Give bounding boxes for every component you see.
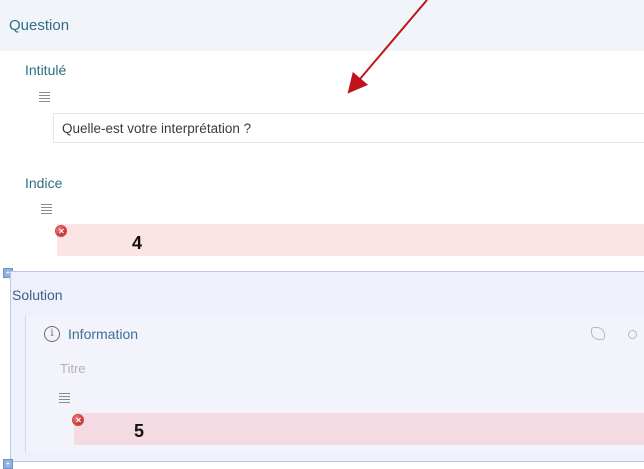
- intitule-value: Quelle-est votre interprétation ?: [62, 121, 252, 136]
- information-title: Information: [68, 326, 139, 342]
- callout-number-5: 5: [134, 421, 145, 441]
- info-icon: i: [44, 326, 60, 342]
- callout-number-4: 4: [132, 233, 143, 253]
- intitule-label: Intitulé: [25, 62, 67, 78]
- titre-placeholder[interactable]: Titre: [60, 361, 86, 376]
- indice-input-error[interactable]: [57, 224, 644, 256]
- information-input-error[interactable]: [74, 413, 644, 445]
- intitule-input[interactable]: Quelle-est votre interprétation ?: [53, 113, 644, 143]
- indice-label: Indice: [25, 175, 63, 191]
- error-icon: [73, 415, 83, 425]
- text-lines-icon[interactable]: [41, 204, 52, 214]
- tag-icon[interactable]: [591, 327, 605, 340]
- text-lines-icon[interactable]: [59, 393, 70, 403]
- circle-icon[interactable]: [628, 330, 637, 339]
- text-lines-icon[interactable]: [39, 92, 50, 102]
- solution-label: Solution: [12, 287, 63, 303]
- error-icon: [56, 226, 66, 236]
